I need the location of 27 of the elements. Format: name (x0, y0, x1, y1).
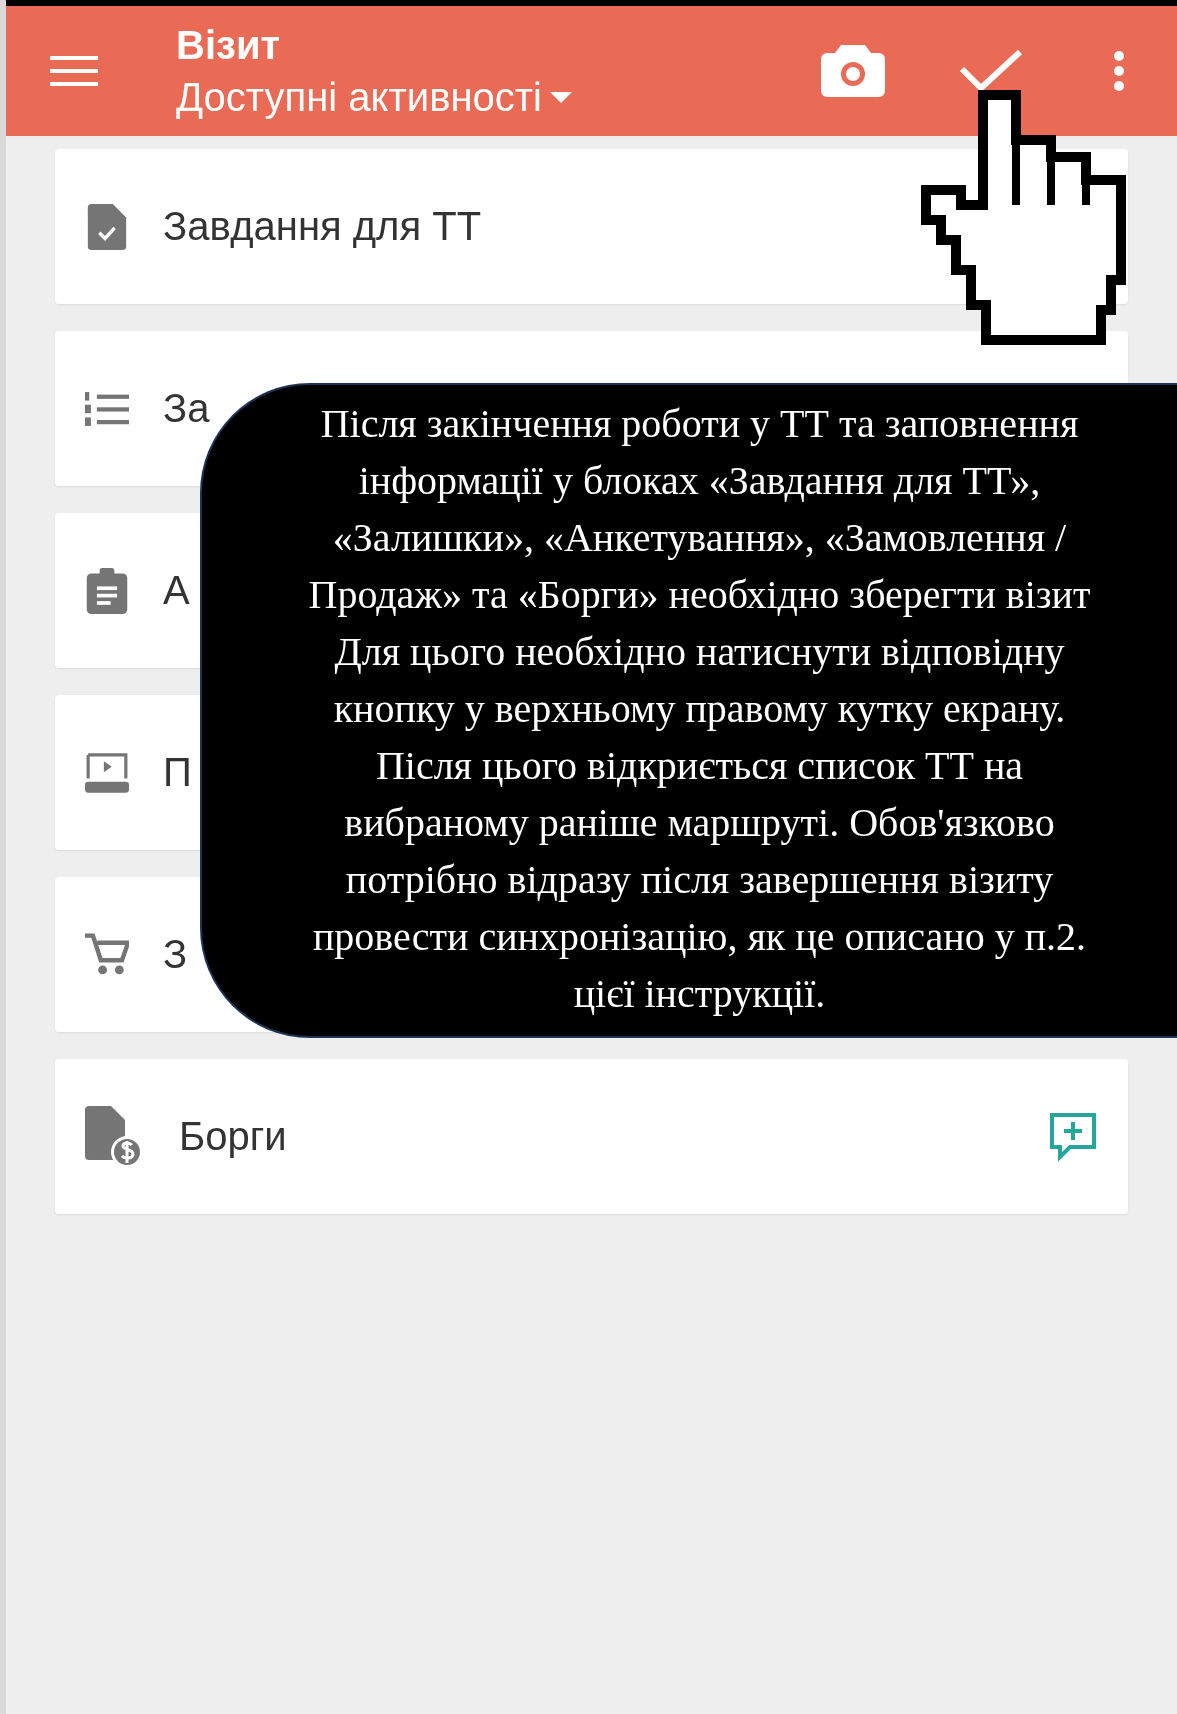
callout-text: вибраному раніше маршруті. Обов'язково (344, 799, 1055, 847)
activity-label: П (163, 750, 192, 795)
callout-text: провести синхронізацію, як це описано у п.2. (312, 913, 1087, 961)
callout-text: потрібно відразу після завершення візиту (345, 856, 1054, 904)
activity-card[interactable]: Борги (55, 1059, 1128, 1214)
callout-text: інформації у блоках «Завдання для ТТ», (358, 457, 1041, 505)
activity-label: За (163, 386, 210, 431)
camera-icon[interactable] (821, 45, 885, 97)
callout-text: Продаж» та «Борги» необхідно зберегти візит (308, 571, 1091, 619)
activity-label: Завдання для ТТ (163, 204, 482, 249)
document-check-icon (85, 203, 129, 250)
more-options-icon[interactable] (1113, 51, 1125, 91)
callout-text: Після цього відкриється список ТТ на (375, 742, 1024, 790)
checkmark-icon[interactable] (959, 49, 1023, 93)
callout-text: цієї інструкції. (573, 970, 826, 1018)
menu-icon[interactable] (50, 56, 98, 86)
clipboard-icon (85, 567, 129, 614)
caret-icon[interactable] (549, 91, 572, 103)
callout-text: Для цього необхідно натиснути відповідну (334, 628, 1065, 676)
activity-label: Борги (179, 1114, 287, 1159)
callout-text: кнопку у верхньому правому кутку екрану. (333, 685, 1066, 733)
callout-text: «Залишки», «Анкетування», «Замовлення / (332, 514, 1067, 562)
add-comment-icon[interactable] (1048, 1111, 1098, 1162)
activity-label: З (163, 932, 188, 977)
screen-title: Візит (176, 22, 282, 68)
callout-text: Після закінчення роботи у ТТ та заповнення (320, 400, 1079, 448)
activity-label: А (163, 568, 190, 613)
